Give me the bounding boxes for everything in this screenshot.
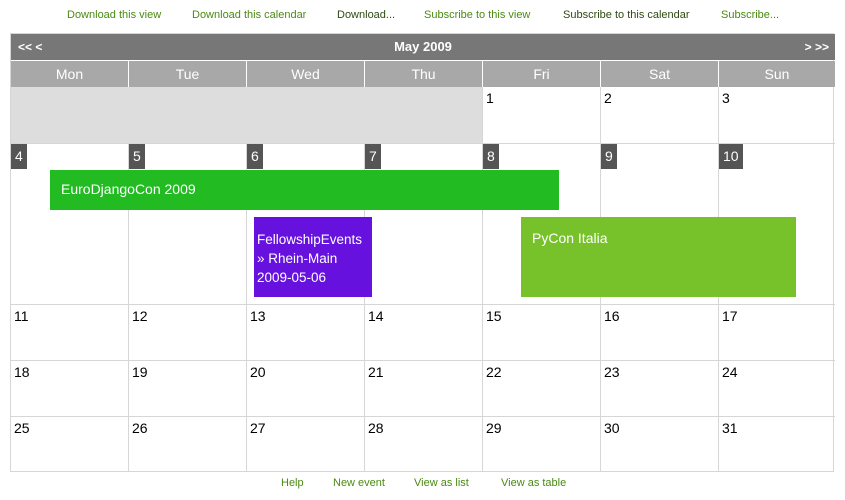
day-cell-20[interactable]: 20	[246, 361, 365, 417]
day-number: 1	[486, 90, 494, 106]
day-cell-1[interactable]: 1	[482, 87, 601, 144]
event-fellowship-rhein-main[interactable]: FellowshipEvents » Rhein-Main 2009-05-06	[254, 217, 372, 297]
day-number: 27	[250, 420, 266, 436]
event-eurodjangocon[interactable]: EuroDjangoCon 2009	[50, 170, 559, 210]
weekday-header-fri: Fri	[483, 61, 600, 87]
event-title: FellowshipEvents » Rhein-Main 2009-05-06	[257, 232, 363, 285]
subscribe-calendar-link[interactable]: Subscribe to this calendar	[563, 9, 690, 21]
day-cell-29[interactable]: 29	[482, 417, 601, 471]
day-cell-17[interactable]: 17	[718, 305, 835, 361]
weekday-header-sat: Sat	[601, 61, 718, 87]
day-cell-empty	[365, 87, 483, 144]
day-number: 24	[722, 364, 738, 380]
day-cell-27[interactable]: 27	[246, 417, 365, 471]
day-number: 2	[604, 90, 612, 106]
event-title: EuroDjangoCon 2009	[61, 181, 196, 197]
day-cell-14[interactable]: 14	[364, 305, 483, 361]
day-number: 18	[14, 364, 30, 380]
day-number: 30	[604, 420, 620, 436]
weekday-header-sun: Sun	[719, 61, 835, 87]
day-number: 17	[722, 308, 738, 324]
day-cell-3[interactable]: 3	[718, 87, 835, 144]
event-pycon-italia[interactable]: PyCon Italia	[521, 217, 796, 297]
day-number: 6	[247, 144, 263, 169]
day-number: 31	[722, 420, 738, 436]
day-number: 8	[483, 144, 499, 169]
view-as-table-link[interactable]: View as table	[501, 477, 566, 489]
day-cell-24[interactable]: 24	[718, 361, 835, 417]
view-as-list-link[interactable]: View as list	[414, 477, 469, 489]
day-cell-empty	[247, 87, 365, 144]
day-number: 29	[486, 420, 502, 436]
download-calendar-link[interactable]: Download this calendar	[192, 9, 306, 21]
day-number: 5	[129, 144, 145, 169]
day-number: 3	[722, 90, 730, 106]
day-number: 26	[132, 420, 148, 436]
day-number: 21	[368, 364, 384, 380]
subscribe-view-link[interactable]: Subscribe to this view	[424, 9, 530, 21]
subscribe-options-link[interactable]: Subscribe...	[721, 9, 779, 21]
weekday-header-tue: Tue	[129, 61, 246, 87]
new-event-link[interactable]: New event	[333, 477, 385, 489]
day-number: 23	[604, 364, 620, 380]
day-number: 22	[486, 364, 502, 380]
day-number: 19	[132, 364, 148, 380]
day-number: 7	[365, 144, 381, 169]
day-number: 28	[368, 420, 384, 436]
day-cell-empty	[11, 87, 129, 144]
day-cell-15[interactable]: 15	[482, 305, 601, 361]
event-title: PyCon Italia	[532, 230, 608, 246]
bottom-links-bar: Help New event View as list View as tabl…	[0, 470, 845, 500]
calendar-nav-bar: << < May 2009 > >>	[11, 34, 835, 60]
day-cell-16[interactable]: 16	[600, 305, 719, 361]
day-number: 25	[14, 420, 30, 436]
day-number: 12	[132, 308, 148, 324]
day-cell-7[interactable]: 7	[364, 144, 483, 305]
day-number: 13	[250, 308, 266, 324]
next-month-button[interactable]: > >>	[805, 40, 829, 54]
weekday-header-thu: Thu	[365, 61, 482, 87]
weekday-header-mon: Mon	[11, 61, 128, 87]
month-title: May 2009	[394, 39, 452, 54]
help-link[interactable]: Help	[281, 477, 304, 489]
download-view-link[interactable]: Download this view	[67, 9, 161, 21]
day-cell-18[interactable]: 18	[11, 361, 129, 417]
day-number: 11	[14, 308, 29, 324]
day-number: 10	[719, 144, 743, 169]
day-number: 15	[486, 308, 502, 324]
day-cell-4[interactable]: 4	[11, 144, 129, 305]
day-number: 20	[250, 364, 266, 380]
day-cell-2[interactable]: 2	[600, 87, 719, 144]
day-cell-28[interactable]: 28	[364, 417, 483, 471]
day-cell-5[interactable]: 5	[128, 144, 247, 305]
day-cell-30[interactable]: 30	[600, 417, 719, 471]
day-cell-31[interactable]: 31	[718, 417, 835, 471]
day-cell-25[interactable]: 25	[11, 417, 129, 471]
day-cell-12[interactable]: 12	[128, 305, 247, 361]
day-cell-13[interactable]: 13	[246, 305, 365, 361]
day-cell-21[interactable]: 21	[364, 361, 483, 417]
day-number: 16	[604, 308, 620, 324]
day-cell-11[interactable]: 11	[11, 305, 129, 361]
day-number: 4	[11, 144, 27, 169]
top-links-bar: Download this view Download this calenda…	[0, 0, 845, 30]
day-cell-19[interactable]: 19	[128, 361, 247, 417]
day-cell-22[interactable]: 22	[482, 361, 601, 417]
weekday-header-wed: Wed	[247, 61, 364, 87]
day-cell-23[interactable]: 23	[600, 361, 719, 417]
day-cell-empty	[129, 87, 247, 144]
download-options-link[interactable]: Download...	[337, 9, 395, 21]
month-calendar: << < May 2009 > >> Mon Tue Wed Thu Fri S…	[10, 33, 835, 472]
day-number: 14	[368, 308, 384, 324]
day-cell-26[interactable]: 26	[128, 417, 247, 471]
day-number: 9	[601, 144, 617, 169]
